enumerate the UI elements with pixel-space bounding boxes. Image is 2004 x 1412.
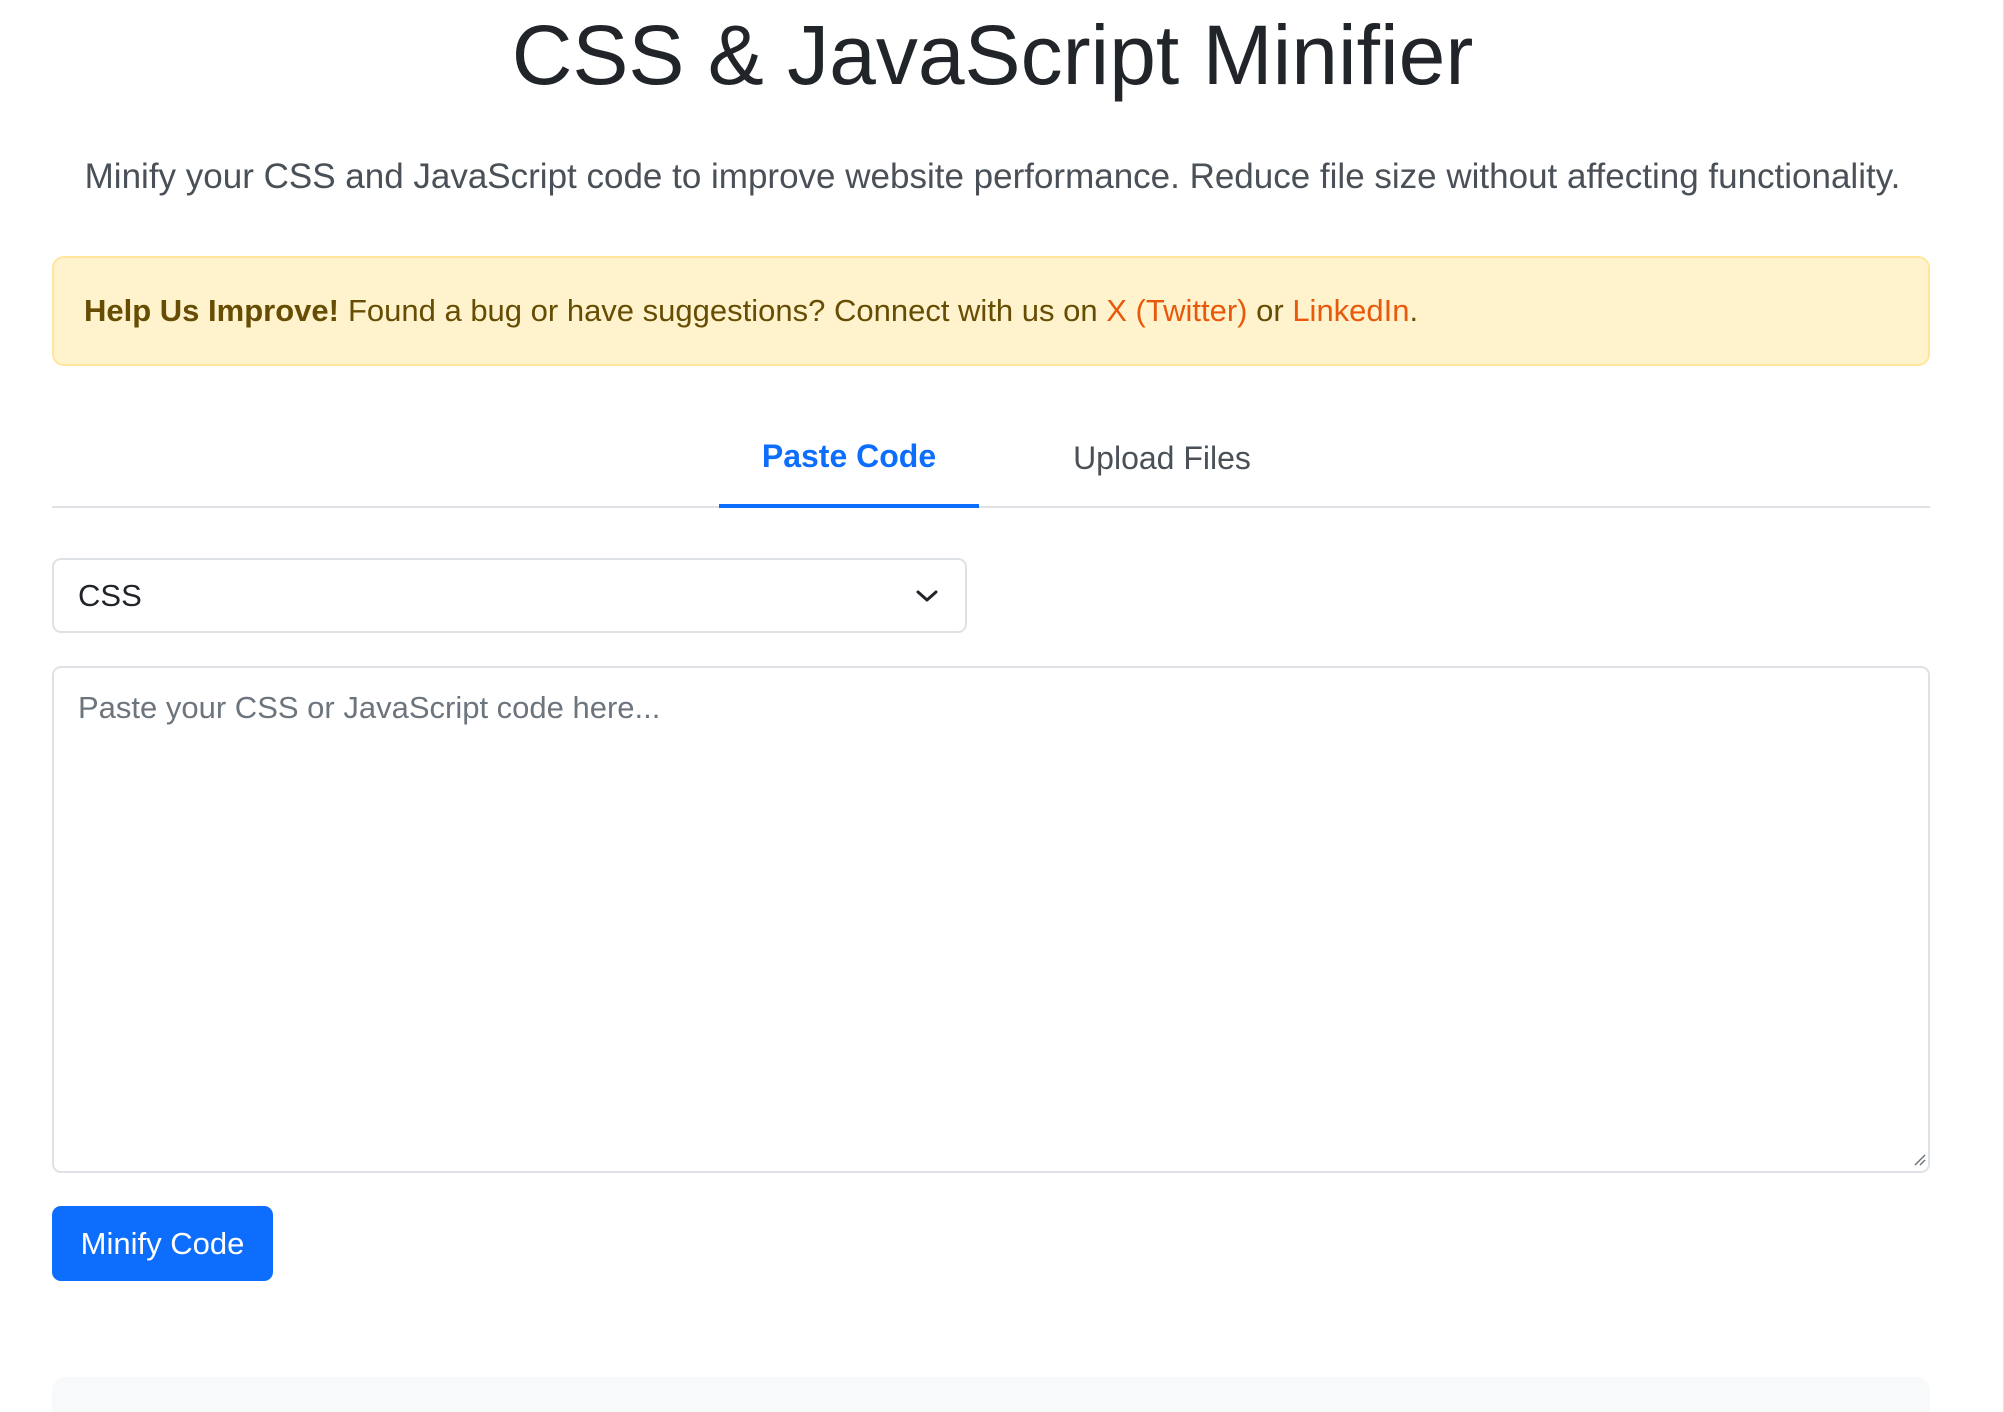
resize-grip-icon[interactable] <box>1912 1152 1926 1166</box>
code-input[interactable] <box>52 666 1930 1173</box>
alert-end: . <box>1409 293 1419 328</box>
alert-text: Found a bug or have suggestions? Connect… <box>347 293 1098 328</box>
result-panel <box>52 1377 1930 1412</box>
twitter-link[interactable]: X (Twitter) <box>1106 293 1247 329</box>
language-select-value: CSS <box>78 577 142 613</box>
tab-paste-code[interactable]: Paste Code <box>719 408 979 508</box>
input-mode-tabs: Paste Code Upload Files <box>52 408 1930 508</box>
linkedin-link[interactable]: LinkedIn <box>1292 293 1409 329</box>
chevron-down-icon <box>913 582 941 610</box>
minify-code-button[interactable]: Minify Code <box>52 1206 273 1281</box>
alert-heading: Help Us Improve! <box>84 293 339 328</box>
alert-joiner: or <box>1256 293 1284 328</box>
tab-upload-files[interactable]: Upload Files <box>1012 408 1312 508</box>
page-title: CSS & JavaScript Minifier <box>511 8 1474 102</box>
language-select[interactable]: CSS <box>52 558 967 633</box>
page-subtitle: Minify your CSS and JavaScript code to i… <box>84 157 1901 196</box>
page: CSS & JavaScript Minifier Minify your CS… <box>0 0 2004 1412</box>
feedback-alert: Help Us Improve! Found a bug or have sug… <box>52 256 1930 366</box>
